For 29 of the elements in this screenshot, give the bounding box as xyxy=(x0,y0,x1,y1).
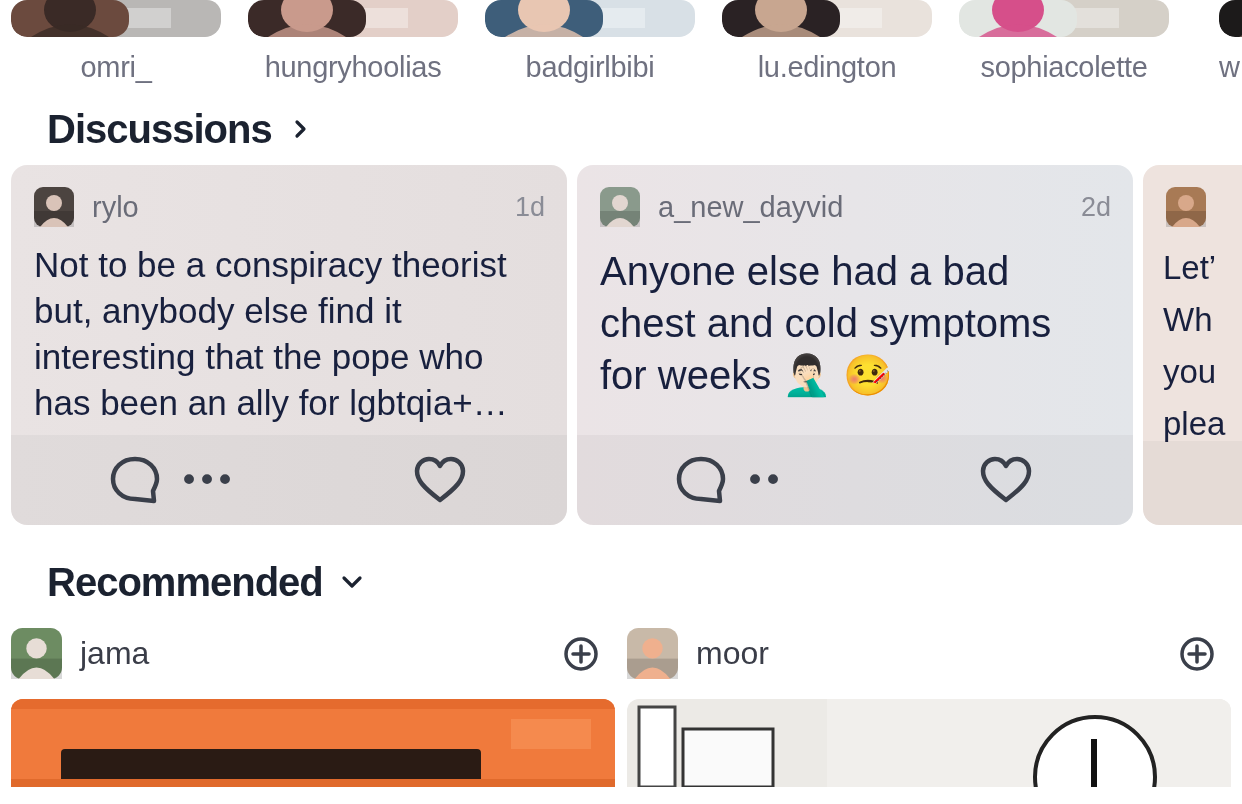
username[interactable]: hungryhoolias xyxy=(264,50,442,84)
more-dots[interactable]: •• xyxy=(745,460,782,500)
username[interactable]: moor xyxy=(696,635,769,672)
post-text: Let’ Wh you plea xyxy=(1162,248,1227,442)
username[interactable]: jama xyxy=(80,635,150,672)
post-age: 2d xyxy=(1080,191,1111,223)
username[interactable]: a_new_dayvid xyxy=(658,190,844,224)
heart-icon[interactable] xyxy=(413,456,467,504)
post-text: Not to be a conspiracy theorist but, anybody else find it interesting that the pope who has been an ally for lgbtqia+… xyxy=(33,244,509,424)
discussion-card[interactable]: Let’ Wh you plea xyxy=(1143,165,1242,525)
chevron-down-icon[interactable] xyxy=(340,574,363,590)
username[interactable]: sophiacolette xyxy=(980,50,1148,84)
comment-icon[interactable] xyxy=(109,455,161,505)
username[interactable]: omri_ xyxy=(80,50,152,84)
post-age: 1d xyxy=(514,191,545,223)
discussion-card[interactable]: rylo 1d Not to be a conspiracy theorist but, anybody else find it interesting that the pope who has been an ally for lgbtqia+… ••• xyxy=(11,165,567,525)
heart-icon[interactable] xyxy=(979,456,1033,504)
discussion-card[interactable]: a_new_dayvid 2d Anyone else had a bad chest and cold symptoms for weeks 🤦🏻‍♂ 🤒 •• xyxy=(577,165,1133,525)
username[interactable]: badgirlbibi xyxy=(525,50,655,84)
section-title[interactable]: Discussions xyxy=(47,106,272,152)
section-title[interactable]: Recommended xyxy=(47,559,323,605)
more-dots[interactable]: ••• xyxy=(179,460,234,500)
username[interactable]: w xyxy=(1219,50,1240,84)
comment-icon[interactable] xyxy=(675,455,727,505)
username[interactable]: rylo xyxy=(92,190,139,224)
add-icon[interactable] xyxy=(1179,635,1215,672)
username[interactable]: lu.edington xyxy=(757,50,897,84)
add-icon[interactable] xyxy=(563,635,599,672)
post-text: Anyone else had a bad chest and cold symptoms for weeks 🤦🏻‍♂ 🤒 xyxy=(599,248,1053,400)
